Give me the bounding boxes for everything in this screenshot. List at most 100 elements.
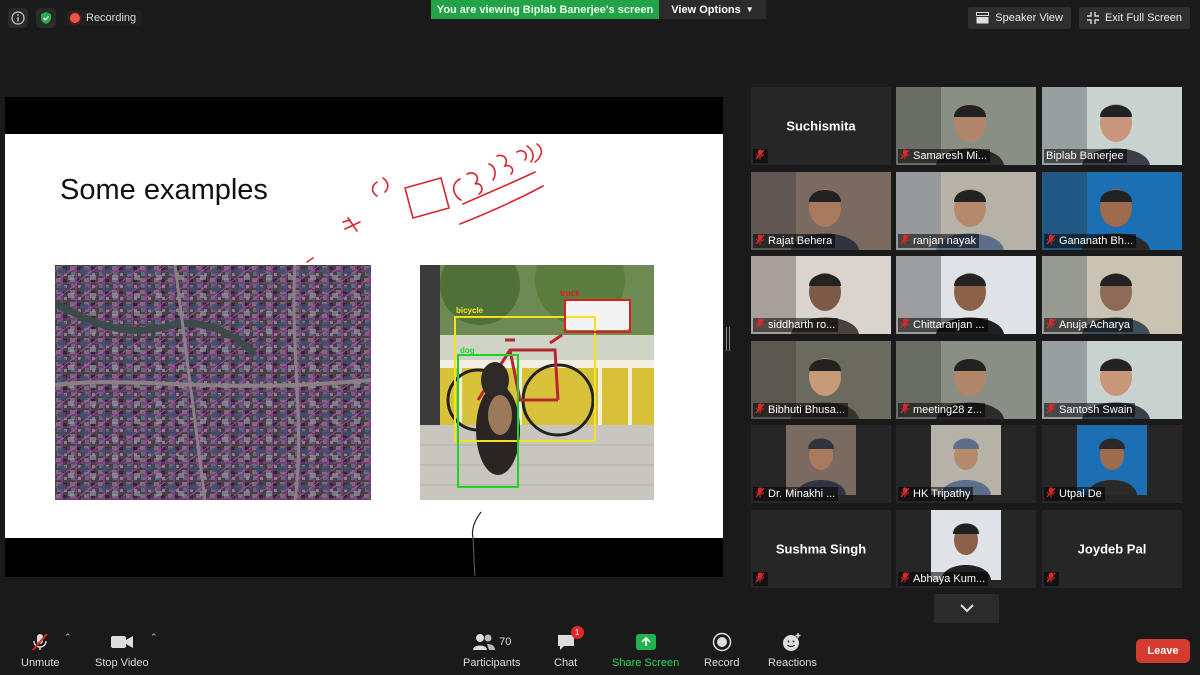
smiley-reaction-icon [782, 632, 802, 652]
participant-tile[interactable]: Anuja Acharya [1042, 256, 1182, 334]
participant-tile[interactable]: meeting28 z... [896, 341, 1036, 419]
participant-label: Bibhuti Bhusa... [753, 403, 849, 417]
muted-microphone-icon [755, 572, 765, 586]
participant-label: Samaresh Mi... [898, 149, 990, 163]
participant-tile[interactable]: Rajat Behera [751, 172, 891, 250]
participant-label [753, 149, 768, 163]
muted-microphone-icon [900, 572, 910, 586]
shared-screen[interactable]: Some examples bicycle truck dog [5, 97, 723, 577]
recording-dot-icon [70, 13, 80, 23]
participant-tile[interactable]: Joydeb Pal [1042, 510, 1182, 588]
participant-label: Anuja Acharya [1044, 318, 1133, 332]
participant-name: HK Tripathy [913, 488, 971, 500]
unmute-button[interactable]: Unmute [21, 632, 60, 669]
participant-name: Rajat Behera [768, 235, 833, 247]
participant-tile[interactable]: ranjan nayak [896, 172, 1036, 250]
gallery-next-page-button[interactable] [934, 594, 999, 623]
audio-options-caret-icon[interactable]: ⌃ [64, 632, 72, 643]
record-icon [712, 632, 732, 652]
muted-microphone-icon [755, 487, 765, 501]
speaker-view-button[interactable]: Speaker View [968, 7, 1071, 29]
top-left-status: Recording [8, 8, 143, 28]
participant-name: Dr. Minakhi ... [768, 488, 836, 500]
view-options-button[interactable]: View Options ▼ [659, 0, 766, 19]
participant-tile[interactable]: Biplab Banerjee [1042, 87, 1182, 165]
presentation-slide: Some examples bicycle truck dog [5, 134, 723, 538]
participant-tile[interactable]: Santosh Swain [1042, 341, 1182, 419]
participant-label [1044, 572, 1059, 586]
muted-microphone-icon [900, 487, 910, 501]
participant-label: Gananath Bh... [1044, 234, 1136, 248]
participant-name-center: Sushma Singh [775, 541, 867, 557]
exit-fullscreen-label: Exit Full Screen [1104, 12, 1182, 24]
participants-button[interactable]: 70 Participants [463, 632, 520, 669]
muted-microphone-icon [1046, 318, 1056, 332]
video-options-caret-icon[interactable]: ⌃ [150, 632, 158, 643]
stop-video-button[interactable]: Stop Video [95, 632, 149, 669]
participant-name: siddharth ro... [768, 319, 836, 331]
split-resize-handle[interactable] [726, 327, 730, 351]
participant-tile[interactable]: Suchismita [751, 87, 891, 165]
participant-tile[interactable]: Abhaya Kum... [896, 510, 1036, 588]
participant-photo [931, 510, 1001, 580]
muted-microphone-icon [1046, 403, 1056, 417]
participant-label: Utpal De [1044, 487, 1105, 501]
participant-label: HK Tripathy [898, 487, 974, 501]
participants-count: 70 [499, 636, 512, 648]
muted-microphone-icon [1046, 487, 1056, 501]
participant-name: Utpal De [1059, 488, 1102, 500]
participant-tile[interactable]: HK Tripathy [896, 425, 1036, 503]
chat-button[interactable]: 1 Chat [554, 626, 584, 669]
participant-tile[interactable]: Chittaranjan ... [896, 256, 1036, 334]
participant-label: Abhaya Kum... [898, 572, 989, 586]
share-screen-label: Share Screen [612, 657, 680, 669]
participant-tile[interactable]: Sushma Singh [751, 510, 891, 588]
participant-name-center: Suchismita [786, 118, 856, 134]
chevron-down-icon [959, 604, 974, 613]
participant-label: Santosh Swain [1044, 403, 1136, 417]
participant-name-center: Joydeb Pal [1077, 541, 1147, 557]
muted-microphone-icon [900, 403, 910, 417]
meeting-toolbar: Unmute ⌃ Stop Video ⌃ 70 Participants 1 … [0, 621, 1200, 675]
participant-tile[interactable]: Samaresh Mi... [896, 87, 1036, 165]
chat-icon-wrap: 1 [556, 626, 584, 652]
participant-label [753, 572, 768, 586]
participant-tile[interactable]: Gananath Bh... [1042, 172, 1182, 250]
participant-label: ranjan nayak [898, 234, 979, 248]
participant-name: Samaresh Mi... [913, 150, 987, 162]
participant-label: Biplab Banerjee [1044, 149, 1127, 163]
participant-photo [1077, 425, 1147, 495]
participant-name: ranjan nayak [913, 235, 976, 247]
participant-photo [931, 425, 1001, 495]
top-right-controls: Speaker View Exit Full Screen [968, 7, 1190, 29]
muted-microphone-icon [1046, 572, 1056, 586]
participant-tile[interactable]: Dr. Minakhi ... [751, 425, 891, 503]
participant-name: Anuja Acharya [1059, 319, 1130, 331]
record-label: Record [704, 657, 740, 669]
participant-label: Rajat Behera [753, 234, 836, 248]
record-button[interactable]: Record [704, 632, 739, 669]
participant-tile[interactable]: siddharth ro... [751, 256, 891, 334]
participants-icon [473, 634, 496, 650]
encryption-shield-icon[interactable] [36, 8, 56, 28]
recording-indicator[interactable]: Recording [64, 10, 143, 26]
participants-icon-wrap: 70 [472, 632, 511, 652]
participant-photo [786, 425, 856, 495]
stop-video-label: Stop Video [95, 657, 149, 669]
participant-label: siddharth ro... [753, 318, 839, 332]
share-screen-button[interactable]: Share Screen [612, 632, 679, 669]
speaker-view-icon [976, 12, 990, 24]
info-icon[interactable] [8, 8, 28, 28]
reactions-button[interactable]: Reactions [768, 632, 817, 669]
participant-name: Bibhuti Bhusa... [768, 404, 846, 416]
muted-microphone-icon [755, 234, 765, 248]
participant-tile[interactable]: Utpal De [1042, 425, 1182, 503]
muted-microphone-icon [900, 234, 910, 248]
participant-tile[interactable]: Bibhuti Bhusa... [751, 341, 891, 419]
share-screen-icon [635, 632, 657, 652]
exit-fullscreen-button[interactable]: Exit Full Screen [1078, 7, 1190, 29]
exit-fullscreen-icon [1086, 12, 1099, 24]
speaker-view-label: Speaker View [995, 12, 1063, 24]
video-camera-icon [110, 632, 134, 652]
leave-button[interactable]: Leave [1136, 639, 1190, 663]
